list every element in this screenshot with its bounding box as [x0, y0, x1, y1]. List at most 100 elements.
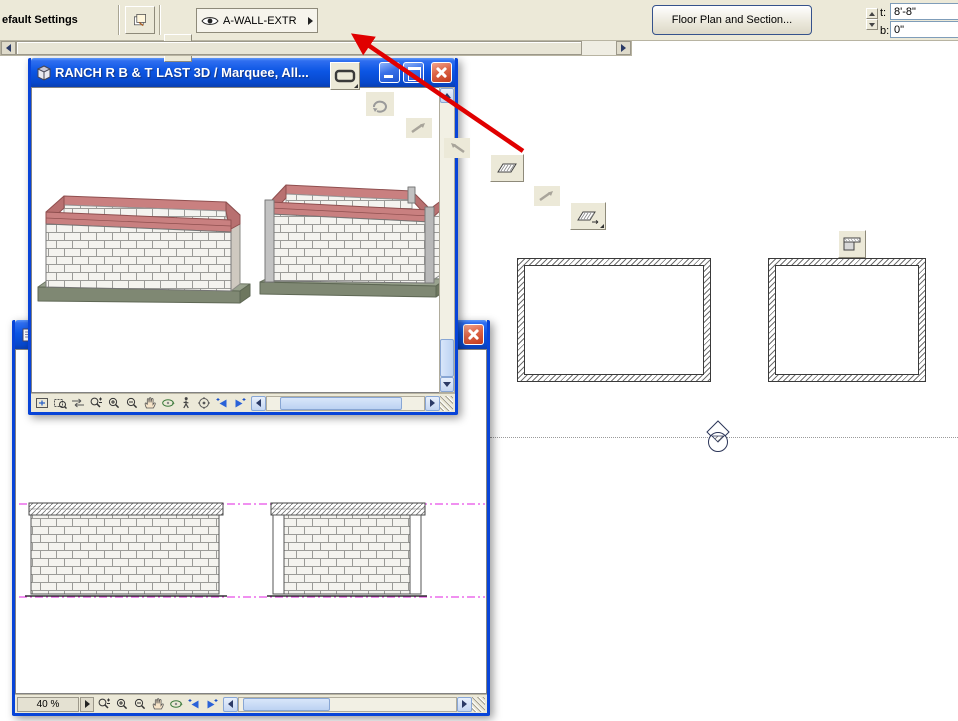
zoom-plus-minus-icon — [89, 396, 103, 410]
wall-plan-2[interactable] — [768, 258, 926, 382]
previous-view-button[interactable] — [213, 395, 230, 411]
default-settings-label: efault Settings — [2, 14, 78, 26]
previous-view-icon — [187, 697, 201, 711]
3d-drawing — [37, 184, 439, 304]
fit-in-window-button[interactable] — [33, 395, 50, 411]
zoom-in-button[interactable] — [105, 395, 122, 411]
cube-3d-icon — [36, 65, 52, 81]
scroll-up-button[interactable] — [440, 88, 454, 103]
gray-arrow-icon — [537, 189, 557, 203]
section-marker-symbol[interactable] — [700, 419, 736, 455]
zoom-out-button[interactable] — [123, 395, 140, 411]
scroll-right-button[interactable] — [616, 41, 631, 55]
next-view-button[interactable] — [231, 395, 248, 411]
scrollbar-track[interactable] — [266, 395, 425, 411]
wall-type-button[interactable] — [838, 230, 866, 258]
orbit-button[interactable] — [159, 395, 176, 411]
scroll-left-button[interactable] — [223, 696, 238, 712]
right-arrow-icon — [621, 44, 626, 52]
zoom-in-icon — [107, 396, 121, 410]
zoom-level-display[interactable]: 40 % — [17, 696, 79, 712]
resize-grip[interactable] — [472, 696, 485, 712]
scrollbar-thumb[interactable] — [440, 339, 454, 377]
wall-plan-1-inner — [524, 265, 704, 375]
next-view-button[interactable] — [203, 696, 220, 712]
elevation-horizontal-scrollbar[interactable] — [223, 696, 485, 712]
hand-icon — [143, 396, 157, 410]
toolbar-separator — [118, 5, 120, 35]
scroll-left-button[interactable] — [1, 41, 16, 55]
orbit-icon — [161, 396, 175, 410]
scrollbar-track[interactable] — [582, 41, 616, 55]
slab-face-button[interactable] — [490, 154, 524, 182]
marquee-geometry-button[interactable] — [330, 62, 360, 90]
scrollbar-thumb[interactable] — [243, 697, 331, 711]
slab-edge-button[interactable] — [570, 202, 606, 230]
hand-icon — [151, 697, 165, 711]
layer-combo[interactable]: A-WALL-EXTR — [196, 8, 318, 33]
zoom-adjust-button[interactable] — [87, 395, 104, 411]
left-arrow-icon — [228, 700, 233, 708]
resize-grip[interactable] — [440, 395, 453, 411]
spinner-up-button[interactable] — [866, 8, 878, 19]
hatched-slab-icon — [495, 159, 519, 177]
zoom-out-button[interactable] — [131, 696, 148, 712]
spinner-down-button[interactable] — [866, 19, 878, 30]
3d-bottom-bar — [31, 393, 455, 412]
3d-viewport[interactable] — [31, 87, 439, 393]
base-height-field[interactable] — [890, 21, 958, 38]
scrollbar-thumb[interactable] — [279, 396, 402, 410]
left-arrow-icon — [6, 44, 11, 52]
zoom-marquee-button[interactable] — [51, 395, 68, 411]
scroll-left-button[interactable] — [251, 395, 266, 411]
close-button[interactable] — [463, 324, 484, 345]
top-height-field[interactable] — [890, 3, 958, 20]
floor-plan-section-button[interactable]: Floor Plan and Section... — [652, 5, 812, 35]
zoom-plus-minus-icon — [97, 697, 111, 711]
main-horizontal-scrollbar[interactable] — [0, 41, 632, 56]
favorites-button[interactable] — [125, 6, 155, 34]
orbit-icon — [169, 697, 183, 711]
mirror-copy-button-disabled[interactable] — [444, 138, 470, 158]
3d-window-titlebar[interactable]: RANCH R B & T LAST 3D / Marquee, All... — [31, 58, 455, 87]
rotate-tool-button-disabled[interactable] — [366, 92, 394, 116]
offset-tool-button-disabled[interactable] — [534, 186, 560, 206]
zoom-menu-button[interactable] — [80, 696, 94, 712]
walk-mode-button[interactable] — [177, 395, 194, 411]
orbit-button[interactable] — [167, 696, 184, 712]
scroll-right-button[interactable] — [457, 696, 472, 712]
scroll-right-button[interactable] — [425, 395, 440, 411]
wall-spinner — [866, 8, 878, 30]
zoom-in-button[interactable] — [113, 696, 130, 712]
zoom-adjust-button[interactable] — [95, 696, 112, 712]
wall-section-icon — [841, 234, 863, 254]
scrollbar-thumb[interactable] — [16, 41, 582, 55]
wall-plan-1[interactable] — [517, 258, 711, 382]
down-arrow-icon — [443, 382, 451, 387]
pan-hand-button[interactable] — [149, 696, 166, 712]
scrollbar-track[interactable] — [238, 696, 457, 712]
layer-combo-value: A-WALL-EXTR — [223, 14, 297, 27]
scroll-down-button[interactable] — [440, 377, 454, 392]
floor-plan-section-label: Floor Plan and Section... — [671, 14, 793, 26]
3d-vertical-scrollbar[interactable] — [439, 87, 455, 393]
previous-view-icon — [215, 396, 229, 410]
left-arrow-icon — [256, 399, 261, 407]
previous-view-button[interactable] — [185, 696, 202, 712]
rounded-slab-icon — [334, 68, 356, 84]
maximize-button[interactable] — [403, 62, 424, 83]
main-toolbar: efault Settings A-WALL-EXTR Floor Plan a… — [0, 0, 958, 258]
next-view-icon — [233, 396, 247, 410]
pan-hand-button[interactable] — [141, 395, 158, 411]
top-height-label: t: — [880, 7, 887, 19]
pan-button[interactable] — [69, 395, 86, 411]
minimize-button[interactable] — [379, 62, 400, 83]
3d-horizontal-scrollbar[interactable] — [251, 395, 453, 411]
right-arrow-icon — [430, 399, 435, 407]
zoom-out-icon — [133, 697, 147, 711]
combo-flyout-icon[interactable] — [308, 16, 313, 25]
mirror-tool-button-disabled[interactable] — [406, 118, 432, 138]
look-around-button[interactable] — [195, 395, 212, 411]
close-button[interactable] — [431, 62, 452, 83]
zoom-rectangle-icon — [53, 396, 67, 410]
